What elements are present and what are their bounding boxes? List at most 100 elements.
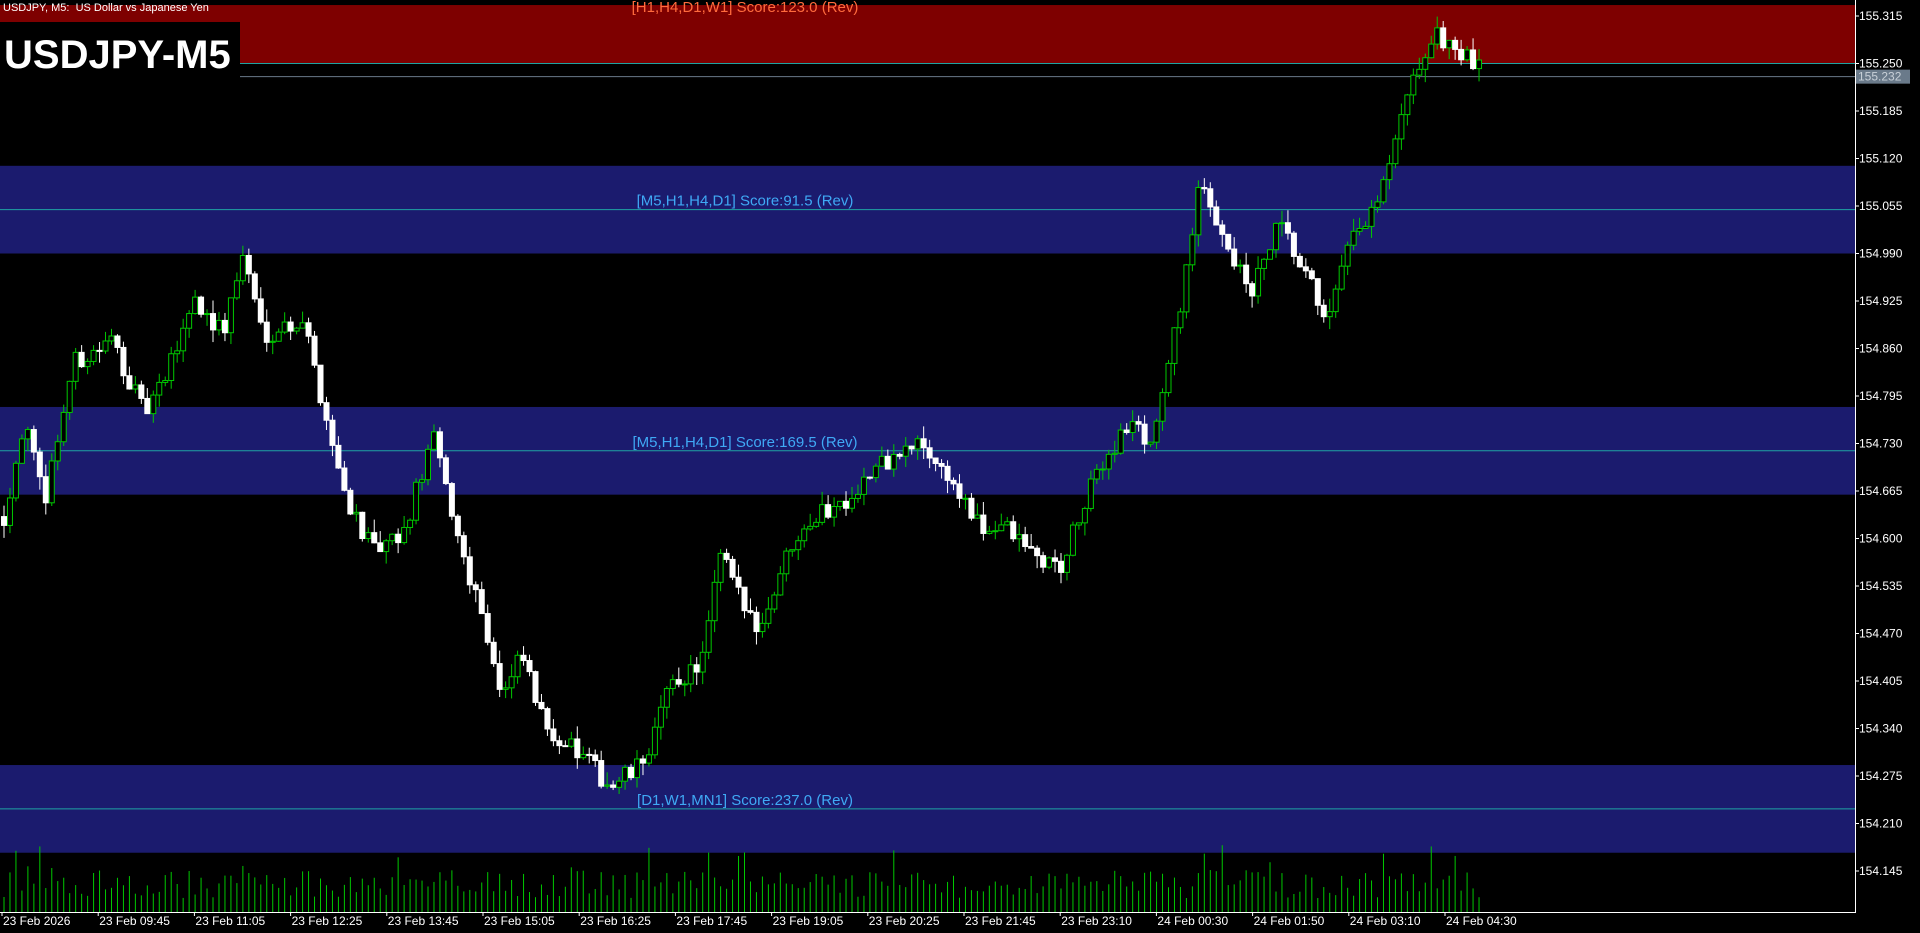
candle-body bbox=[245, 254, 252, 275]
candle-body bbox=[1225, 233, 1232, 250]
candle-body bbox=[950, 479, 957, 485]
candle-body bbox=[902, 445, 909, 457]
zone-label: [M5,H1,H4,D1] Score:169.5 (Rev) bbox=[632, 434, 857, 451]
candle-body bbox=[717, 552, 724, 583]
volume-layer bbox=[3, 845, 1480, 912]
candle-body bbox=[616, 780, 623, 788]
candle-body bbox=[759, 622, 766, 633]
candle-body bbox=[1267, 249, 1274, 260]
candle-body bbox=[383, 540, 390, 553]
candle-body bbox=[956, 483, 963, 499]
candle-layer bbox=[1, 16, 1483, 794]
candle-body bbox=[699, 651, 706, 673]
candle-body bbox=[395, 533, 402, 544]
candle-body bbox=[1404, 94, 1411, 116]
price-chart[interactable]: [H1,H4,D1,W1] Score:123.0 (Rev) [M5,H1,H4… bbox=[0, 0, 1920, 933]
candle-body bbox=[1440, 27, 1447, 49]
candle-body bbox=[693, 664, 700, 673]
candle-body bbox=[843, 500, 850, 509]
candle-body bbox=[932, 457, 939, 465]
candle-body bbox=[132, 384, 139, 390]
candle-body bbox=[789, 549, 796, 552]
candle-body bbox=[454, 515, 461, 537]
candle-body bbox=[198, 296, 205, 315]
candle-body bbox=[448, 483, 455, 517]
candle-body bbox=[1093, 468, 1100, 480]
candle-body bbox=[1052, 557, 1059, 562]
candle-body bbox=[1428, 43, 1435, 59]
candle-body bbox=[872, 465, 879, 479]
candle-body bbox=[1446, 39, 1453, 49]
candle-body bbox=[1016, 534, 1023, 540]
candle-body bbox=[580, 753, 587, 759]
candle-body bbox=[1410, 74, 1417, 96]
candle-body bbox=[1171, 327, 1178, 364]
candle-body bbox=[1, 516, 7, 526]
candle-body bbox=[920, 438, 927, 449]
candle-body bbox=[1344, 244, 1351, 267]
price-tick-label: 154.470 bbox=[1859, 627, 1903, 641]
candle-body bbox=[1058, 560, 1065, 573]
candle-body bbox=[980, 514, 987, 534]
candle-body bbox=[592, 754, 599, 762]
candle-body bbox=[84, 360, 91, 368]
candle-body bbox=[30, 429, 37, 453]
candle-body bbox=[442, 457, 449, 485]
candle-body bbox=[938, 463, 945, 467]
candle-body bbox=[508, 676, 515, 689]
candle-body bbox=[1434, 27, 1441, 45]
price-tick-label: 154.210 bbox=[1859, 817, 1903, 831]
candle-body bbox=[753, 611, 760, 633]
candle-body bbox=[1470, 49, 1477, 70]
candle-body bbox=[878, 455, 885, 467]
candle-body bbox=[18, 438, 25, 464]
time-tick-label: 23 Feb 16:25 bbox=[580, 914, 651, 928]
candle-body bbox=[424, 448, 431, 481]
header-description: US Dollar vs Japanese Yen bbox=[75, 2, 209, 14]
time-tick-label: 23 Feb 17:45 bbox=[676, 914, 747, 928]
candle-body bbox=[490, 641, 497, 665]
candle-body bbox=[162, 380, 169, 383]
price-tick-label: 154.340 bbox=[1859, 722, 1903, 736]
candle-body bbox=[377, 542, 384, 553]
price-tick-label: 154.990 bbox=[1859, 247, 1903, 261]
candle-body bbox=[430, 431, 437, 450]
candle-body bbox=[651, 726, 658, 756]
candle-body bbox=[556, 740, 563, 747]
candle-body bbox=[1398, 114, 1405, 140]
current-price-label: 155.232 bbox=[1858, 70, 1902, 84]
candle-body bbox=[974, 514, 981, 519]
candle-body bbox=[687, 664, 694, 685]
candle-body bbox=[1075, 522, 1082, 526]
candle-body bbox=[460, 535, 467, 558]
candle-body bbox=[854, 493, 861, 499]
candle-body bbox=[550, 728, 557, 742]
price-tick-label: 154.860 bbox=[1859, 342, 1903, 356]
time-tick-label: 23 Feb 23:10 bbox=[1061, 914, 1132, 928]
candle-body bbox=[639, 758, 646, 764]
candle-body bbox=[150, 394, 157, 415]
candle-body bbox=[1272, 222, 1279, 251]
candle-body bbox=[645, 754, 652, 764]
time-tick-label: 24 Feb 03:10 bbox=[1350, 914, 1421, 928]
candle-body bbox=[1284, 222, 1291, 234]
candle-body bbox=[1189, 234, 1196, 266]
time-tick-label: 24 Feb 00:30 bbox=[1157, 914, 1228, 928]
candle-body bbox=[144, 397, 151, 415]
candle-body bbox=[413, 481, 420, 521]
candle-body bbox=[174, 350, 181, 355]
candle-body bbox=[1213, 206, 1220, 226]
candle-body bbox=[669, 679, 676, 690]
zone-label: [D1,W1,MN1] Score:237.0 (Rev) bbox=[637, 792, 853, 809]
candle-body bbox=[466, 556, 473, 586]
candle-body bbox=[795, 540, 802, 551]
candle-body bbox=[1153, 420, 1160, 443]
candle-body bbox=[389, 533, 396, 542]
time-tick-label: 23 Feb 21:45 bbox=[965, 914, 1036, 928]
candle-body bbox=[783, 550, 790, 575]
candle-body bbox=[1296, 255, 1303, 268]
candle-body bbox=[1237, 264, 1244, 267]
candle-body bbox=[777, 573, 784, 596]
candle-body bbox=[1392, 138, 1399, 165]
candle-body bbox=[562, 745, 569, 748]
